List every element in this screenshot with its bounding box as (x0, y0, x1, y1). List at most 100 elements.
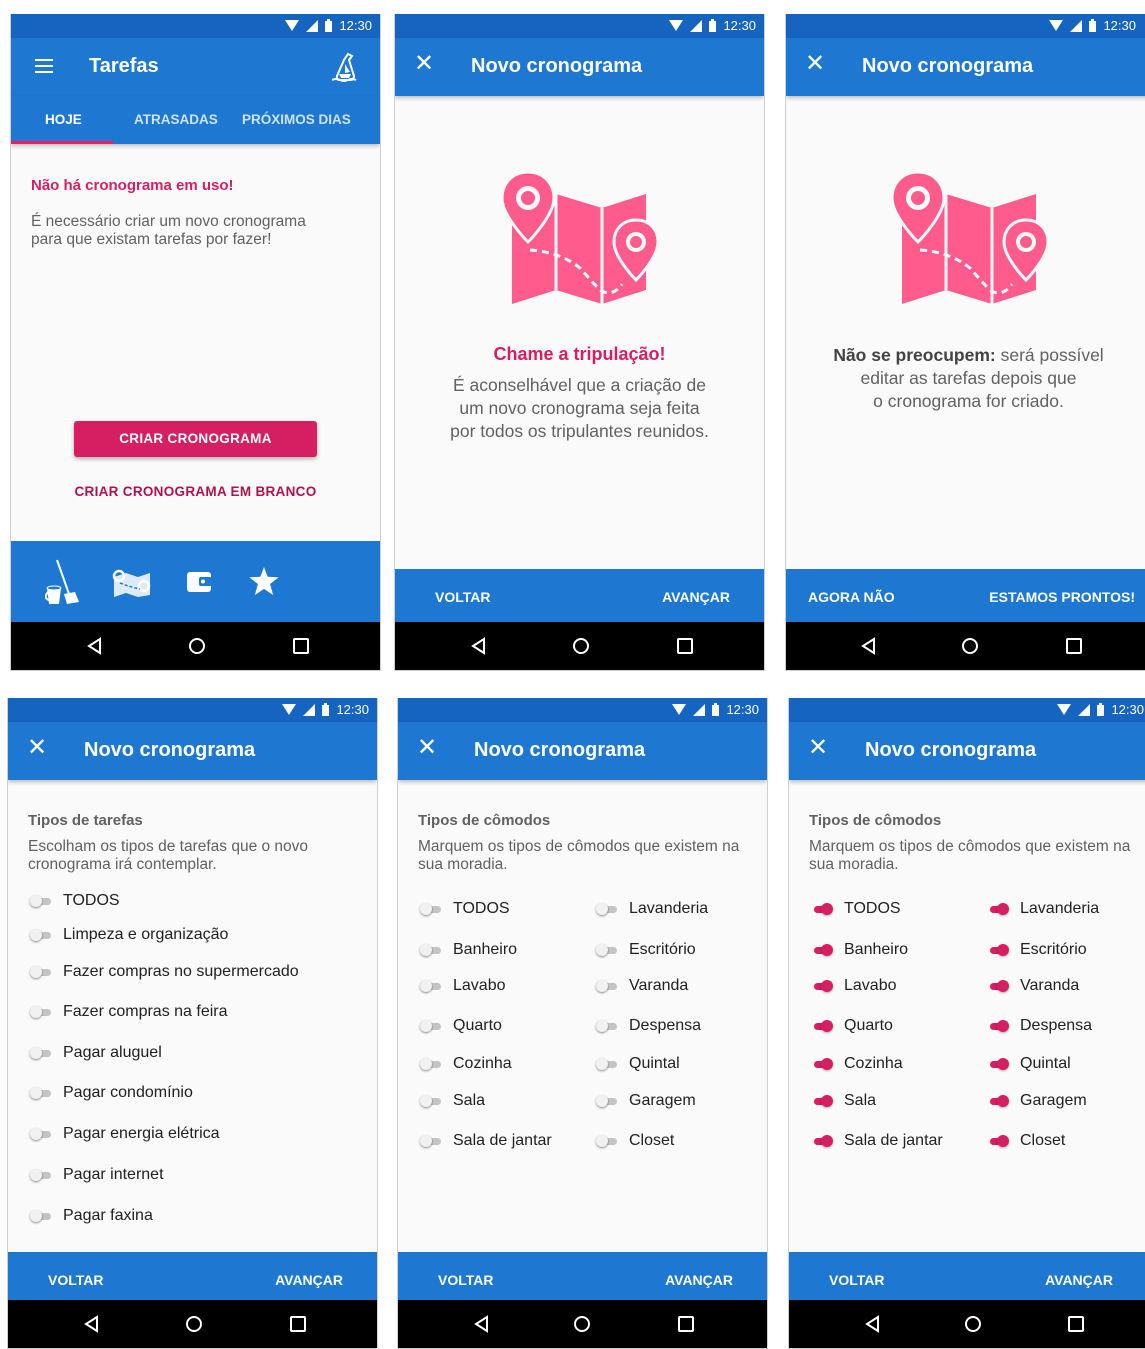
toggle-switch[interactable] (30, 894, 52, 908)
recents-nav-icon[interactable] (291, 636, 311, 656)
toggle-row[interactable]: TODOS (30, 892, 120, 910)
star-icon[interactable] (249, 567, 279, 595)
back-nav-icon[interactable] (863, 1314, 883, 1334)
toggle-switch[interactable] (811, 943, 833, 957)
toggle-switch[interactable] (987, 1019, 1009, 1033)
back-button[interactable]: VOLTAR (438, 1272, 493, 1288)
ready-button[interactable]: ESTAMOS PRONTOS! (989, 589, 1135, 605)
broom-bucket-icon[interactable] (45, 558, 79, 606)
toggle-row[interactable]: Lavanderia (596, 900, 708, 918)
toggle-row[interactable]: Quarto (811, 1017, 893, 1035)
next-button[interactable]: AVANÇAR (1045, 1272, 1113, 1288)
home-nav-icon[interactable] (960, 636, 980, 656)
recents-nav-icon[interactable] (288, 1314, 308, 1334)
toggle-row[interactable]: Pagar internet (30, 1166, 164, 1184)
toggle-row[interactable]: TODOS (811, 900, 901, 918)
toggle-switch[interactable] (420, 943, 442, 957)
toggle-row[interactable]: Pagar aluguel (30, 1044, 162, 1062)
toggle-switch[interactable] (30, 965, 52, 979)
toggle-switch[interactable] (596, 902, 618, 916)
toggle-switch[interactable] (811, 1134, 833, 1148)
back-button[interactable]: VOLTAR (435, 589, 490, 605)
toggle-switch[interactable] (596, 1057, 618, 1071)
next-button[interactable]: AVANÇAR (662, 589, 730, 605)
toggle-switch[interactable] (30, 1168, 52, 1182)
toggle-row[interactable]: Fazer compras no supermercado (30, 963, 299, 981)
toggle-switch[interactable] (30, 1086, 52, 1100)
back-nav-icon[interactable] (859, 636, 879, 656)
toggle-row[interactable]: Sala de jantar (811, 1132, 943, 1150)
toggle-row[interactable]: Escritório (987, 941, 1087, 959)
toggle-switch[interactable] (987, 1134, 1009, 1148)
toggle-switch[interactable] (987, 1094, 1009, 1108)
toggle-row[interactable]: Closet (987, 1132, 1065, 1150)
toggle-switch[interactable] (30, 928, 52, 942)
toggle-switch[interactable] (420, 1057, 442, 1071)
back-button[interactable]: VOLTAR (829, 1272, 884, 1288)
close-icon[interactable]: ✕ (808, 736, 828, 760)
home-nav-icon[interactable] (571, 636, 591, 656)
toggle-switch[interactable] (596, 1094, 618, 1108)
next-button[interactable]: AVANÇAR (665, 1272, 733, 1288)
close-icon[interactable]: ✕ (27, 736, 47, 760)
toggle-switch[interactable] (987, 1057, 1009, 1071)
toggle-switch[interactable] (811, 979, 833, 993)
toggle-switch[interactable] (30, 1046, 52, 1060)
back-nav-icon[interactable] (472, 1314, 492, 1334)
toggle-switch[interactable] (596, 1134, 618, 1148)
toggle-row[interactable]: Quintal (987, 1055, 1071, 1073)
toggle-row[interactable]: Fazer compras na feira (30, 1003, 228, 1021)
tab-atrasadas[interactable]: ATRASADAS (134, 112, 218, 127)
recents-nav-icon[interactable] (1064, 636, 1084, 656)
toggle-row[interactable]: Sala (420, 1092, 485, 1110)
home-nav-icon[interactable] (963, 1314, 983, 1334)
toggle-row[interactable]: Sala de jantar (420, 1132, 552, 1150)
toggle-switch[interactable] (811, 1057, 833, 1071)
toggle-row[interactable]: Lavabo (811, 977, 897, 995)
toggle-row[interactable]: Pagar faxina (30, 1207, 153, 1225)
ship-in-bottle-icon[interactable] (332, 52, 358, 82)
toggle-switch[interactable] (30, 1005, 52, 1019)
toggle-row[interactable]: TODOS (420, 900, 510, 918)
create-blank-schedule-button[interactable]: CRIAR CRONOGRAMA EM BRANCO (31, 484, 360, 499)
toggle-row[interactable]: Varanda (987, 977, 1079, 995)
toggle-switch[interactable] (420, 979, 442, 993)
map-icon[interactable] (110, 569, 154, 597)
close-icon[interactable]: ✕ (417, 736, 437, 760)
toggle-row[interactable]: Garagem (596, 1092, 696, 1110)
toggle-row[interactable]: Quarto (420, 1017, 502, 1035)
not-now-button[interactable]: AGORA NÃO (808, 589, 895, 605)
back-nav-icon[interactable] (469, 636, 489, 656)
toggle-switch[interactable] (811, 1094, 833, 1108)
toggle-row[interactable]: Pagar energia elétrica (30, 1125, 220, 1143)
toggle-switch[interactable] (596, 979, 618, 993)
next-button[interactable]: AVANÇAR (275, 1272, 343, 1288)
toggle-row[interactable]: Limpeza e organização (30, 926, 228, 944)
toggle-switch[interactable] (987, 979, 1009, 993)
close-icon[interactable]: ✕ (805, 52, 825, 76)
back-button[interactable]: VOLTAR (48, 1272, 103, 1288)
tab-proximos-dias[interactable]: PRÓXIMOS DIAS (242, 112, 351, 127)
toggle-switch[interactable] (987, 902, 1009, 916)
toggle-row[interactable]: Varanda (596, 977, 688, 995)
home-nav-icon[interactable] (187, 636, 207, 656)
wallet-icon[interactable] (186, 568, 214, 596)
toggle-switch[interactable] (420, 902, 442, 916)
menu-icon[interactable] (35, 59, 53, 73)
create-schedule-button[interactable]: CRIAR CRONOGRAMA (74, 421, 317, 457)
toggle-row[interactable]: Cozinha (420, 1055, 512, 1073)
toggle-row[interactable]: Quintal (596, 1055, 680, 1073)
toggle-row[interactable]: Banheiro (420, 941, 517, 959)
toggle-switch[interactable] (30, 1127, 52, 1141)
recents-nav-icon[interactable] (675, 636, 695, 656)
toggle-row[interactable]: Pagar condomínio (30, 1084, 193, 1102)
toggle-switch[interactable] (987, 943, 1009, 957)
toggle-switch[interactable] (420, 1094, 442, 1108)
toggle-switch[interactable] (420, 1134, 442, 1148)
toggle-row[interactable]: Cozinha (811, 1055, 903, 1073)
toggle-row[interactable]: Escritório (596, 941, 696, 959)
toggle-row[interactable]: Banheiro (811, 941, 908, 959)
recents-nav-icon[interactable] (1066, 1314, 1086, 1334)
back-nav-icon[interactable] (82, 1314, 102, 1334)
recents-nav-icon[interactable] (676, 1314, 696, 1334)
